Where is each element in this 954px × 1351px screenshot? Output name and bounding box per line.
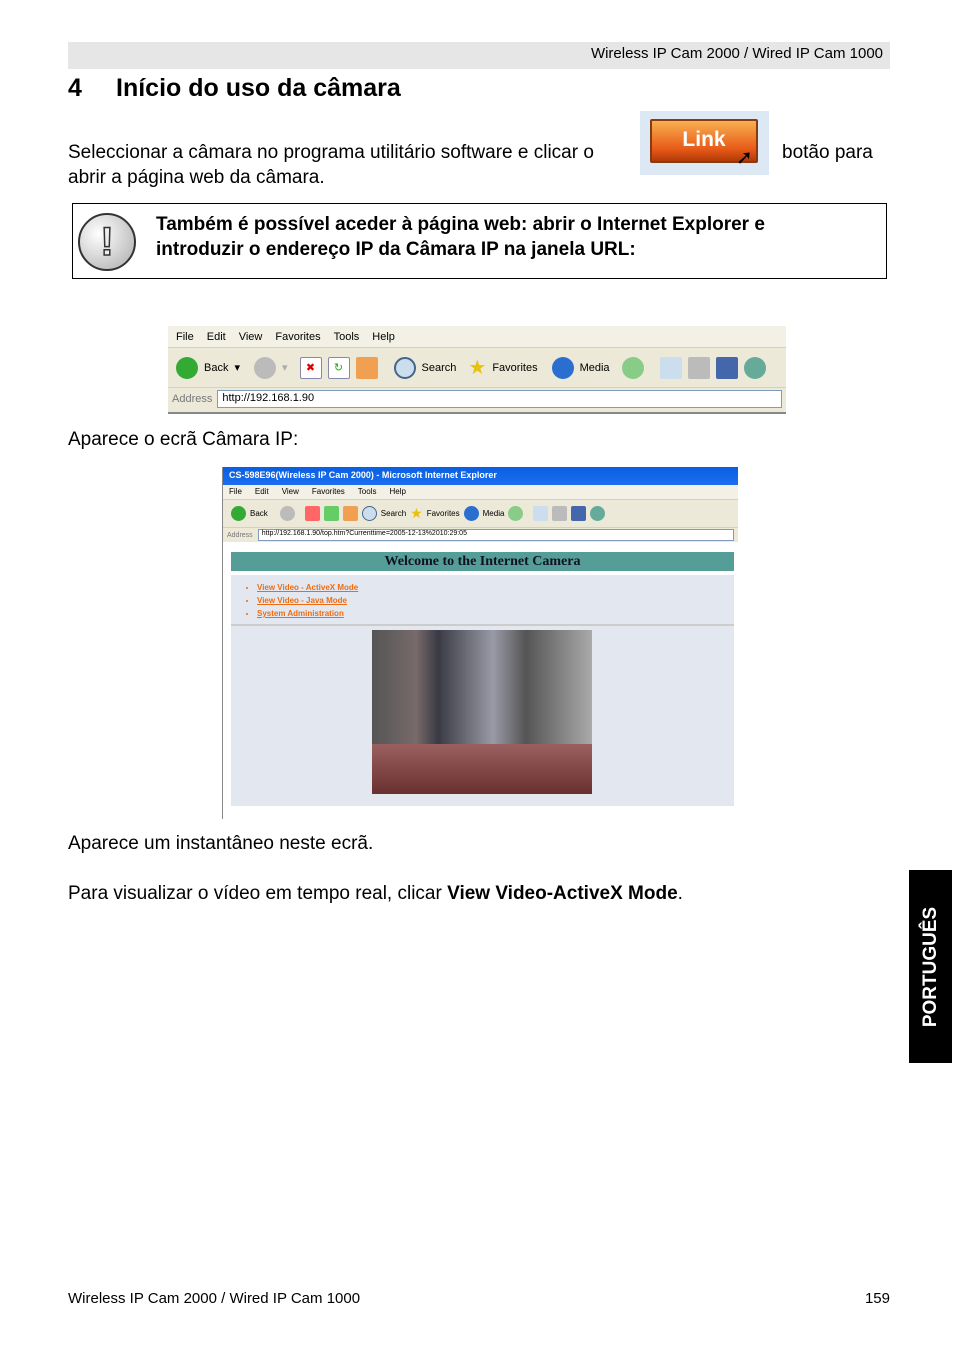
caption-end: .: [677, 883, 683, 904]
footer-title: Wireless IP Cam 2000 / Wired IP Cam 1000: [68, 1290, 361, 1307]
browser-toolbar-screenshot: File Edit View Favorites Tools Help Back ▾ ▾ ✖…: [168, 326, 786, 414]
search-icon: [361, 506, 377, 521]
home-icon: [342, 506, 358, 521]
edit-icon: [715, 356, 738, 379]
window-title: CS-598E96(Wireless IP Cam 2000) - Micros…: [223, 467, 738, 485]
print-icon: [552, 506, 568, 521]
caption-text: Para visualizar o vídeo em tempo real, c…: [68, 883, 448, 904]
camera-snapshot-image: [372, 630, 592, 794]
intro-line1: Seleccionar a câmara no programa utilitá…: [68, 142, 594, 163]
address-input: http://192.168.1.90: [217, 390, 782, 408]
intro-after: botão para: [782, 142, 873, 163]
intro-line2: abrir a página web da câmara.: [68, 167, 325, 188]
address-label: Address: [227, 531, 253, 539]
menu-tools: Tools: [357, 487, 377, 496]
edit-icon: [571, 506, 587, 521]
section-title: Início do uso da câmara: [116, 74, 401, 102]
messenger-icon: [743, 356, 766, 379]
menu-favorites: Favorites: [275, 331, 321, 343]
media-icon: [551, 356, 574, 379]
favorites-label: Favorites: [426, 509, 460, 518]
menu-file: File: [229, 487, 242, 496]
caption-ip-screen: Aparece o ecrã Câmara IP:: [68, 429, 299, 450]
snapshot-area: [231, 626, 734, 806]
mail-icon: [533, 506, 549, 521]
back-label: Back: [250, 509, 268, 518]
link-java-mode: View Video - Java Mode: [257, 594, 734, 607]
running-header: Wireless IP Cam 2000 / Wired IP Cam 1000: [68, 42, 890, 69]
note-box: ! Também é possível aceder à página web:…: [72, 203, 887, 279]
search-label: Search: [421, 361, 457, 374]
favorites-star-icon: ★: [410, 505, 423, 521]
favorites-label: Favorites: [492, 361, 538, 374]
welcome-banner: Welcome to the Internet Camera: [231, 552, 734, 571]
address-bar: Address http://192.168.1.90/top.htm?Curre…: [223, 528, 738, 542]
search-label: Search: [380, 509, 407, 518]
stop-icon: [304, 506, 320, 521]
note-line1: Também é possível aceder à página web: a…: [156, 214, 765, 235]
address-bar: Address http://192.168.1.90: [168, 388, 786, 410]
exclamation-icon: !: [78, 213, 136, 271]
link-button-image: Link ➚: [640, 111, 769, 175]
web-content: Welcome to the Internet Camera View Vide…: [223, 542, 738, 819]
history-icon: [508, 506, 524, 521]
address-input: http://192.168.1.90/top.htm?Currenttime=…: [257, 529, 734, 541]
menu-help: Help: [389, 487, 406, 496]
menu-favorites: Favorites: [311, 487, 345, 496]
refresh-icon: [323, 506, 339, 521]
back-icon: [176, 356, 198, 379]
caption-bold: View Video-ActiveX Mode: [447, 883, 678, 904]
menu-bar: File Edit View Favorites Tools Help: [223, 485, 738, 500]
section-number: 4: [68, 74, 82, 102]
menu-view: View: [238, 331, 263, 343]
language-tab: PORTUGUÊS: [909, 870, 952, 1063]
section-heading: 4 Início do uso da câmara: [68, 74, 401, 103]
link-list: View Video - ActiveX Mode View Video - J…: [231, 575, 734, 626]
back-label: Back: [204, 361, 229, 374]
caption-snapshot: Aparece um instantâneo neste ecrã.: [68, 833, 374, 854]
language-tab-label: PORTUGUÊS: [919, 906, 941, 1027]
menu-edit: Edit: [206, 331, 226, 343]
stop-icon: ✖: [299, 356, 322, 379]
menu-help: Help: [372, 331, 395, 343]
footer: Wireless IP Cam 2000 / Wired IP Cam 1000…: [68, 1290, 890, 1307]
link-activex-mode: View Video - ActiveX Mode: [257, 581, 734, 594]
forward-icon: [279, 506, 295, 521]
menu-tools: Tools: [333, 331, 360, 343]
menu-bar: File Edit View Favorites Tools Help: [168, 326, 786, 348]
back-icon: [231, 506, 246, 521]
refresh-icon: ↻: [327, 356, 350, 379]
home-icon: [355, 356, 378, 379]
camera-web-page-screenshot: CS-598E96(Wireless IP Cam 2000) - Micros…: [222, 467, 738, 819]
toolbar: Back ▾ ▾ ✖ ↻ Search ★ Favorites Media: [168, 348, 786, 388]
toolbar: Back Search ★ Favorites Media: [223, 500, 738, 528]
note-line2: introduzir o endereço IP da Câmara IP na…: [156, 239, 636, 260]
media-label: Media: [482, 509, 505, 518]
media-icon: [463, 506, 479, 521]
messenger-icon: [590, 506, 606, 521]
caption-realtime: Para visualizar o vídeo em tempo real, c…: [68, 881, 683, 906]
address-label: Address: [172, 393, 213, 405]
menu-file: File: [176, 331, 194, 343]
mail-icon: [659, 356, 682, 379]
cursor-icon: ➚: [736, 147, 753, 169]
search-icon: [393, 356, 416, 379]
history-icon: [621, 356, 644, 379]
media-label: Media: [579, 361, 610, 374]
link-system-administration: System Administration: [257, 607, 734, 620]
forward-icon: [254, 356, 276, 379]
favorites-star-icon: ★: [468, 357, 487, 379]
print-icon: [687, 356, 710, 379]
menu-edit: Edit: [254, 487, 269, 496]
page-number: 159: [864, 1290, 890, 1307]
menu-view: View: [281, 487, 299, 496]
